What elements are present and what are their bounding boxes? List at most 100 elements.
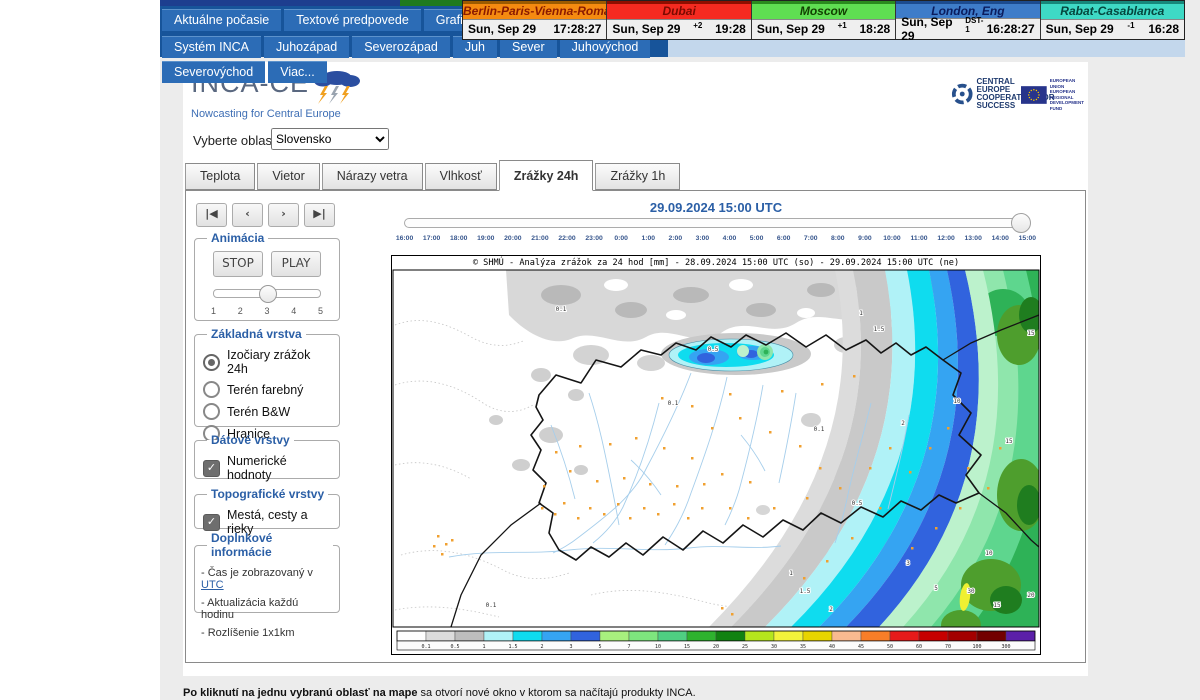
svg-text:15: 15	[1005, 438, 1013, 445]
clock-time: 17:28:27	[553, 22, 601, 36]
svg-text:3: 3	[569, 644, 572, 650]
radio-button[interactable]	[203, 381, 220, 398]
radio-button[interactable]	[203, 403, 220, 420]
time-tick: 3:00	[689, 235, 716, 242]
browser-page: Aktuálne počasieTextové predpovedeGrafic…	[160, 0, 1200, 700]
nav-tab[interactable]: Aktuálne počasie	[162, 9, 281, 31]
step-button[interactable]: |◀	[196, 203, 227, 227]
slider-tick-label: 3	[264, 306, 269, 316]
info-line: - Čas je zobrazovaný v UTC	[201, 567, 333, 591]
time-slider[interactable]	[404, 218, 1028, 228]
step-button[interactable]: ▶|	[304, 203, 335, 227]
svg-text:2: 2	[540, 644, 543, 650]
checkbox-checked[interactable]: ✓	[203, 514, 220, 531]
svg-text:0.1: 0.1	[421, 644, 430, 650]
stop-button[interactable]: STOP	[213, 251, 263, 277]
svg-text:20: 20	[1027, 592, 1035, 599]
base-layer-option[interactable]: Terén farebný	[203, 381, 331, 398]
svg-text:1.5: 1.5	[874, 326, 885, 333]
product-tab[interactable]: Nárazy vetra	[322, 163, 423, 190]
checkbox-checked[interactable]: ✓	[203, 460, 220, 477]
time-tick: 23:00	[581, 235, 608, 242]
nav-tab[interactable]: Textové predpovede	[284, 9, 421, 31]
nav-tab[interactable]: Systém INCA	[162, 36, 261, 58]
play-button[interactable]: PLAY	[271, 251, 321, 277]
svg-text:30: 30	[771, 644, 777, 650]
time-tick: 9:00	[851, 235, 878, 242]
world-clock: Moscow Sun, Sep 29 +1 18:28	[752, 1, 896, 39]
utc-link[interactable]: UTC	[201, 579, 224, 591]
nav-tab[interactable]: Viac...	[268, 61, 327, 83]
option-label: Terén B&W	[227, 405, 290, 419]
time-tick: 10:00	[878, 235, 905, 242]
step-button[interactable]: ›	[268, 203, 299, 227]
product-tab[interactable]: Vlhkosť	[425, 163, 497, 190]
svg-text:0.1: 0.1	[486, 602, 497, 609]
time-tick: 14:00	[987, 235, 1014, 242]
time-tick: 18:00	[445, 235, 472, 242]
svg-text:1: 1	[859, 310, 863, 317]
map-graphics: 0.10.10.10.10.50.5111.51.522351010151515…	[393, 270, 1041, 640]
base-layer-option[interactable]: Terén B&W	[203, 403, 331, 420]
svg-text:2: 2	[901, 420, 905, 427]
svg-text:70: 70	[945, 644, 951, 650]
svg-text:45: 45	[858, 644, 864, 650]
nav-tab[interactable]: Juhozápad	[264, 36, 349, 58]
radio-button[interactable]	[203, 354, 220, 371]
svg-text:5: 5	[934, 585, 938, 592]
animation-legend: Animácia	[207, 231, 268, 245]
option-label: Terén farebný	[227, 383, 303, 397]
data-layer-option[interactable]: ✓ Numerické hodnoty	[203, 454, 331, 482]
nav-tab[interactable]: Severovýchod	[162, 61, 265, 83]
tab-panel: |◀ ‹ › ▶| Animácia STOP PLAY	[185, 190, 1086, 663]
precipitation-map[interactable]: © SHMÚ - Analýza zrážok za 24 hod [mm] -…	[391, 255, 1041, 655]
product-tab[interactable]: Zrážky 1h	[595, 163, 680, 190]
animation-slider-thumb[interactable]	[259, 285, 277, 303]
world-clocks-widget: Berlin-Paris-Vienna-Roma Sun, Sep 29 17:…	[462, 0, 1185, 40]
topo-layers-legend: Topografické vrstvy	[207, 487, 328, 501]
time-tick: 22:00	[553, 235, 580, 242]
product-tab[interactable]: Zrážky 24h	[499, 160, 594, 191]
topo-layers-fieldset: Topografické vrstvy ✓ Mestá, cesty a rie…	[194, 487, 340, 529]
svg-text:0.1: 0.1	[556, 306, 567, 313]
world-clock: London, Eng Sun, Sep 29 DST-1 16:28:27	[896, 1, 1040, 39]
data-layers-fieldset: Dátové vrstvy ✓ Numerické hodnoty	[194, 433, 340, 479]
step-button[interactable]: ‹	[232, 203, 263, 227]
svg-text:0.5: 0.5	[708, 346, 719, 353]
nav-tab[interactable]: Severozápad	[352, 36, 450, 58]
region-select[interactable]: Slovensko	[271, 128, 389, 150]
map-timestamp: 29.09.2024 15:00 UTC	[391, 200, 1041, 215]
product-tab[interactable]: Teplota	[185, 163, 255, 190]
logo-subtitle: Nowcasting for Central Europe	[191, 108, 365, 120]
slider-tick-label: 5	[318, 306, 323, 316]
svg-text:2: 2	[829, 606, 833, 613]
time-tick: 2:00	[662, 235, 689, 242]
world-clock: Dubai Sun, Sep 29 +2 19:28	[607, 1, 751, 39]
footer-note: Po kliknutí na jednu vybranú oblasť na m…	[183, 687, 696, 699]
svg-text:1.5: 1.5	[800, 588, 811, 595]
time-tick: 5:00	[743, 235, 770, 242]
svg-text:10: 10	[985, 550, 993, 557]
clock-utc-offset: -1	[1127, 21, 1134, 30]
time-tick: 0:00	[608, 235, 635, 242]
svg-text:300: 300	[1001, 644, 1010, 650]
svg-text:30: 30	[967, 588, 975, 595]
product-tab[interactable]: Vietor	[257, 163, 319, 190]
time-tick: 16:00	[391, 235, 418, 242]
clock-date: Sun, Sep 29	[901, 15, 965, 43]
clock-date: Sun, Sep 29	[1046, 22, 1114, 36]
base-layer-option[interactable]: Izočiary zrážok 24h	[203, 348, 331, 376]
eu-text-1: EUROPEAN UNION	[1050, 78, 1091, 89]
clock-time: 18:28	[860, 22, 891, 36]
time-slider-thumb[interactable]	[1011, 213, 1031, 233]
animation-fieldset: Animácia STOP PLAY 12345	[194, 231, 340, 321]
svg-text:0.5: 0.5	[450, 644, 459, 650]
animation-speed-slider[interactable]	[213, 289, 321, 298]
svg-text:7: 7	[627, 644, 630, 650]
svg-text:3: 3	[906, 560, 910, 567]
precipitation-color-scale: 0.10.511.5235710152025303540455060701003…	[397, 631, 1035, 650]
slider-tick-label: 2	[238, 306, 243, 316]
svg-text:0.1: 0.1	[814, 426, 825, 433]
svg-text:0.1: 0.1	[668, 400, 679, 407]
clock-city-label: Rabat-Casablanca	[1041, 1, 1184, 19]
